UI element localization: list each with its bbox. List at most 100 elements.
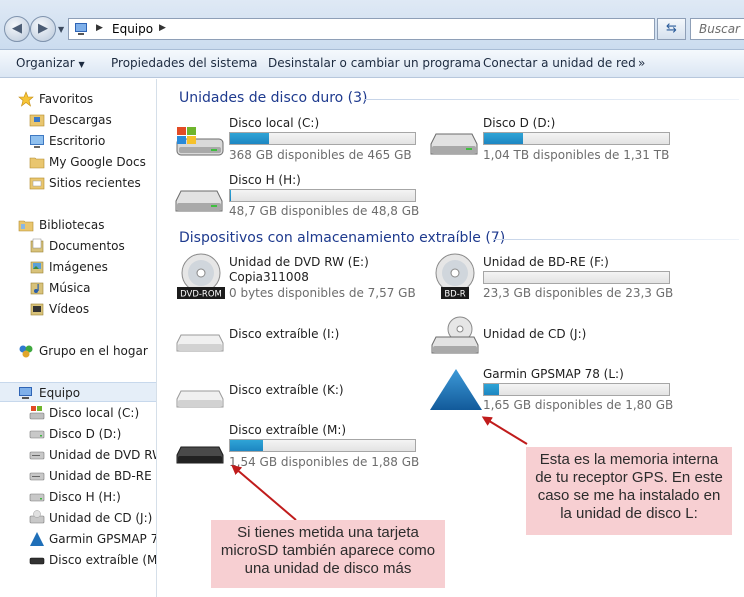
free-space-text: 23,3 GB disponibles de 23,3 GB — [483, 286, 674, 300]
nav-recent-places[interactable]: Sitios recientes — [0, 173, 156, 193]
breadcrumb-separator-icon[interactable]: ▶ — [159, 23, 166, 33]
usage-bar-fill — [484, 384, 499, 395]
address-field[interactable]: ▶ Equipo ▶ ▼ — [68, 18, 714, 40]
breadcrumb-equipo[interactable]: Equipo — [112, 22, 153, 36]
command-bar: Organizar ▼ Propiedades del sistema Desi… — [0, 50, 744, 78]
removable-drive-icon — [29, 557, 45, 565]
system-properties-button[interactable]: Propiedades del sistema — [111, 56, 258, 70]
group-header-hdd[interactable]: Unidades de disco duro (3) — [179, 90, 368, 106]
usage-bar — [229, 439, 416, 452]
bd-disc-icon: BD-R — [435, 253, 475, 300]
garmin-triangle-icon — [30, 532, 44, 546]
recent-places-icon — [29, 177, 45, 190]
usage-bar-fill — [484, 133, 523, 144]
usage-bar-fill — [230, 440, 264, 451]
recent-pages-dropdown-icon[interactable]: ▼ — [58, 25, 64, 34]
drive-name: Unidad de BD-RE (F:) — [483, 255, 609, 269]
dvd-drive-icon — [29, 451, 45, 460]
removable-drive-icon — [176, 446, 224, 464]
bd-badge-text: BD-R — [444, 290, 465, 300]
windows-drive-icon — [176, 127, 224, 156]
nav-favorites[interactable]: Favoritos — [0, 89, 156, 109]
forward-button[interactable]: ▶ — [30, 16, 56, 42]
computer-icon — [19, 387, 32, 399]
nav-drive-c[interactable]: Disco local (C:) — [0, 403, 156, 423]
free-space-text: 0 bytes disponibles de 7,57 GB — [229, 286, 416, 300]
free-space-text: 48,7 GB disponibles de 48,8 GB — [229, 204, 420, 218]
drive-name: Disco local (C:) — [229, 116, 320, 130]
nav-drive-dvd[interactable]: Unidad de DVD RW ( — [0, 445, 156, 465]
chevron-down-icon: ▼ — [78, 60, 85, 69]
search-input[interactable]: Buscar E — [690, 18, 744, 40]
refresh-icon: ⇆ — [666, 21, 677, 36]
usage-bar — [483, 271, 670, 284]
free-space-text: 368 GB disponibles de 465 GB — [229, 148, 412, 162]
nav-drive-d[interactable]: Disco D (D:) — [0, 424, 156, 444]
computer-icon — [75, 23, 87, 35]
nav-music[interactable]: Música — [0, 278, 156, 298]
downloads-folder-icon — [29, 114, 45, 127]
removable-drive-icon — [176, 390, 224, 408]
usage-bar-fill — [230, 133, 269, 144]
group-divider — [365, 99, 739, 100]
cd-drive-icon — [29, 510, 45, 524]
drive-name: Disco extraíble (I:) — [229, 327, 340, 341]
gps-arrow — [481, 416, 528, 445]
nav-images[interactable]: Imágenes — [0, 257, 156, 277]
folder-icon — [29, 157, 45, 169]
libraries-icon — [18, 220, 34, 232]
nav-videos[interactable]: Vídeos — [0, 299, 156, 319]
free-space-text: 1,54 GB disponibles de 1,88 GB — [229, 455, 420, 469]
address-bar-region: ◀ ▶ ▼ ▶ Equipo ▶ ▼ ⇆ Buscar E — [0, 0, 744, 50]
sd-callout: Si tienes metida una tarjeta microSD tam… — [211, 520, 445, 588]
free-space-text: 1,04 TB disponibles de 1,31 TB — [483, 148, 670, 162]
usage-bar — [483, 132, 670, 145]
drive-name: Unidad de DVD RW (E:) — [229, 255, 369, 269]
videos-icon — [30, 303, 44, 316]
nav-desktop[interactable]: Escritorio — [0, 131, 156, 151]
nav-documents[interactable]: Documentos — [0, 236, 156, 256]
map-network-drive-button[interactable]: Conectar a unidad de red — [483, 56, 636, 70]
nav-google-docs[interactable]: My Google Docs — [0, 152, 156, 172]
nav-drive-m[interactable]: Disco extraíble (M:) — [0, 550, 156, 570]
drive-name: Garmin GPSMAP 78 (L:) — [483, 367, 624, 381]
removable-drive-icon — [176, 334, 224, 352]
dvd-disc-icon: DVD-ROM — [177, 253, 225, 300]
refresh-button[interactable]: ⇆ — [657, 18, 686, 40]
nav-drive-bd[interactable]: Unidad de BD-RE (F: — [0, 466, 156, 486]
cd-drive-icon — [431, 316, 479, 354]
organize-button[interactable]: Organizar ▼ — [16, 56, 85, 70]
drive-name: Unidad de CD (J:) — [483, 327, 587, 341]
drive-name: Disco D (D:) — [483, 116, 556, 130]
group-divider — [493, 239, 739, 240]
breadcrumb-separator-icon[interactable]: ▶ — [96, 23, 103, 33]
usage-bar — [483, 383, 670, 396]
pictures-icon — [30, 261, 44, 274]
documents-icon — [30, 238, 44, 253]
group-header-removable[interactable]: Dispositivos con almacenamiento extraíbl… — [179, 230, 505, 246]
nav-drive-h[interactable]: Disco H (H:) — [0, 487, 156, 507]
music-icon — [30, 282, 44, 295]
usage-bar — [229, 132, 416, 145]
hard-drive-icon — [175, 190, 223, 212]
forward-arrow-icon: ▶ — [38, 21, 48, 36]
usage-bar — [229, 189, 416, 202]
nav-drive-garmin[interactable]: Garmin GPSMAP 78 — [0, 529, 156, 549]
sd-arrow — [231, 464, 297, 521]
nav-downloads[interactable]: Descargas — [0, 110, 156, 130]
gps-callout: Esta es la memoria interna de tu recepto… — [526, 447, 732, 535]
back-button[interactable]: ◀ — [4, 16, 30, 42]
more-commands-button[interactable]: » — [638, 56, 645, 70]
desktop-icon — [30, 135, 44, 148]
garmin-triangle-icon — [430, 369, 482, 410]
back-arrow-icon: ◀ — [12, 21, 22, 36]
nav-computer[interactable]: Equipo — [0, 382, 156, 402]
nav-drive-cd[interactable]: Unidad de CD (J:) — [0, 508, 156, 528]
disc-label: Copia311008 — [229, 270, 309, 284]
nav-homegroup[interactable]: Grupo en el hogar — [0, 341, 156, 361]
homegroup-icon — [19, 345, 33, 358]
nav-libraries[interactable]: Bibliotecas — [0, 215, 156, 235]
drive-name: Disco H (H:) — [229, 173, 301, 187]
uninstall-program-button[interactable]: Desinstalar o cambiar un programa — [268, 56, 481, 70]
search-placeholder: Buscar E — [699, 22, 744, 36]
